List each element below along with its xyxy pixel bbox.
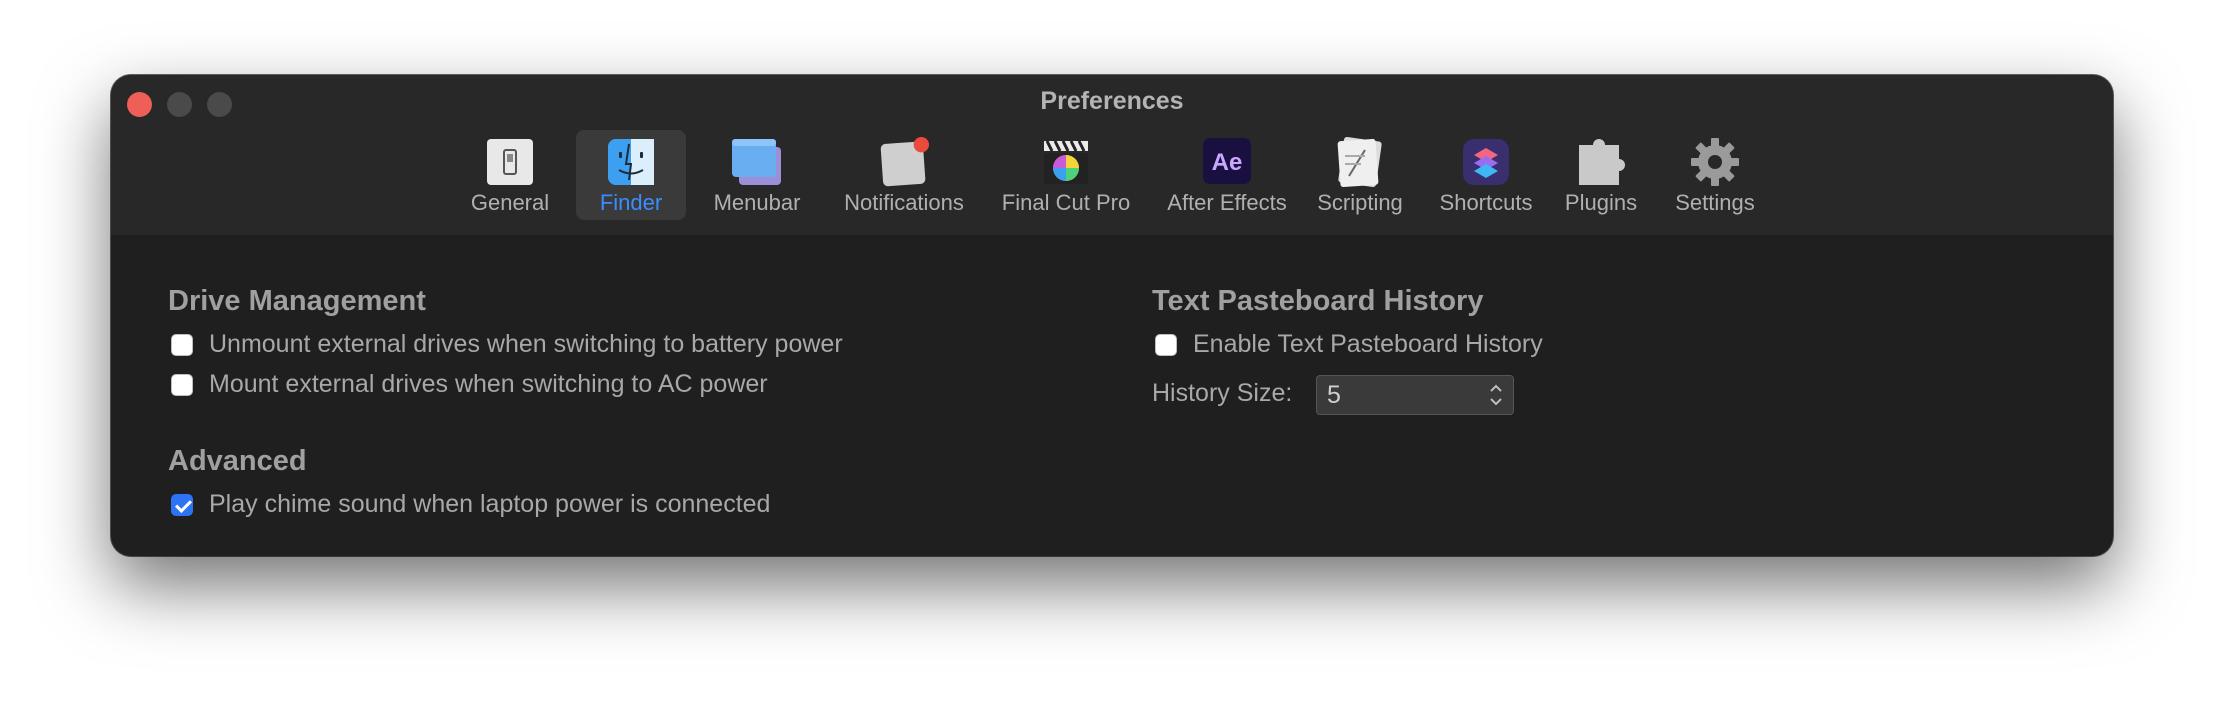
- tab-notifications[interactable]: Notifications: [817, 130, 991, 220]
- mount-on-ac-label: Mount external drives when switching to …: [209, 370, 768, 398]
- tab-finder-label: Finder: [599, 190, 663, 215]
- tab-after-effects-label: After Effects: [1167, 190, 1287, 215]
- drive-management-heading: Drive Management: [168, 285, 426, 317]
- finder-icon: [605, 136, 657, 188]
- tab-general[interactable]: General: [468, 130, 552, 220]
- general-icon: [484, 136, 536, 188]
- tab-scripting[interactable]: Scripting: [1294, 130, 1426, 220]
- play-chime-option[interactable]: Play chime sound when laptop power is co…: [171, 490, 770, 519]
- enable-pasteboard-label: Enable Text Pasteboard History: [1193, 330, 1543, 358]
- preferences-window: Preferences General Finder Menubar Notif…: [111, 75, 2113, 556]
- gear-icon: [1689, 136, 1741, 188]
- tab-shortcuts[interactable]: Shortcuts: [1416, 130, 1556, 220]
- tab-final-cut-pro-label: Final Cut Pro: [1001, 190, 1131, 215]
- history-size-label: History Size:: [1152, 379, 1293, 407]
- enable-pasteboard-option[interactable]: Enable Text Pasteboard History: [1155, 330, 1543, 359]
- history-size-stepper[interactable]: 5: [1316, 375, 1514, 415]
- tab-shortcuts-label: Shortcuts: [1439, 190, 1533, 215]
- pasteboard-heading: Text Pasteboard History: [1152, 285, 1484, 317]
- scripting-icon: [1334, 136, 1386, 188]
- preferences-toolbar: General Finder Menubar Notifications Fin…: [111, 130, 2113, 230]
- svg-text:Ae: Ae: [1212, 149, 1243, 176]
- mount-on-ac-checkbox[interactable]: [171, 373, 193, 396]
- tab-settings-label: Settings: [1675, 190, 1755, 215]
- tab-menubar-label: Menubar: [713, 190, 801, 215]
- play-chime-checkbox[interactable]: [171, 493, 193, 516]
- mount-on-ac-option[interactable]: Mount external drives when switching to …: [171, 370, 768, 399]
- advanced-heading: Advanced: [168, 445, 307, 477]
- history-size-value[interactable]: 5: [1327, 381, 1341, 410]
- enable-pasteboard-checkbox[interactable]: [1155, 333, 1177, 356]
- unmount-on-battery-option[interactable]: Unmount external drives when switching t…: [171, 330, 843, 359]
- tab-after-effects[interactable]: Ae After Effects: [1139, 130, 1315, 220]
- unmount-on-battery-label: Unmount external drives when switching t…: [209, 330, 843, 358]
- tab-settings[interactable]: Settings: [1656, 130, 1774, 220]
- menubar-icon: [731, 136, 783, 188]
- tab-menubar[interactable]: Menubar: [696, 130, 818, 220]
- final-cut-pro-icon: [1040, 136, 1092, 188]
- tab-plugins-label: Plugins: [1564, 190, 1638, 215]
- tab-finder[interactable]: Finder: [576, 130, 686, 220]
- tab-final-cut-pro[interactable]: Final Cut Pro: [981, 130, 1151, 220]
- plugins-icon: [1575, 136, 1627, 188]
- stepper-arrows-icon[interactable]: [1489, 382, 1503, 408]
- tab-scripting-label: Scripting: [1317, 190, 1403, 215]
- unmount-on-battery-checkbox[interactable]: [171, 333, 193, 356]
- after-effects-icon: Ae: [1201, 136, 1253, 188]
- shortcuts-icon: [1460, 136, 1512, 188]
- tab-plugins[interactable]: Plugins: [1551, 130, 1651, 220]
- tab-general-label: General: [470, 190, 550, 215]
- tab-notifications-label: Notifications: [844, 190, 964, 215]
- title-bar: Preferences General Finder Menubar Notif…: [111, 75, 2113, 235]
- window-title: Preferences: [1040, 87, 1184, 115]
- play-chime-label: Play chime sound when laptop power is co…: [209, 490, 771, 518]
- notifications-icon: [878, 136, 930, 188]
